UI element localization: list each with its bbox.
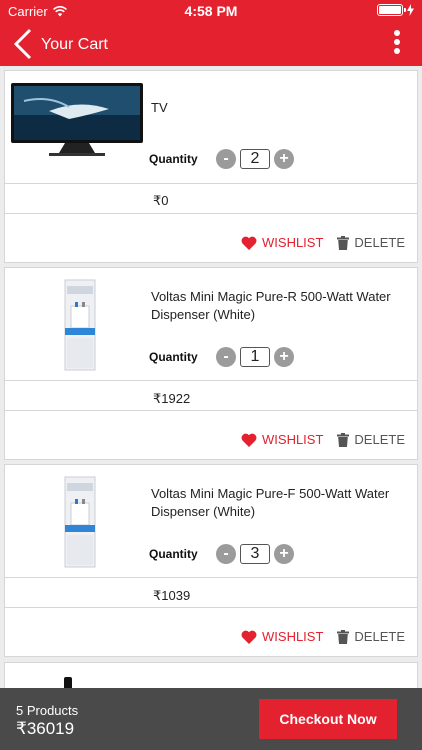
clock: 4:58 PM xyxy=(184,3,238,19)
decrease-quantity-button[interactable]: - xyxy=(216,544,236,564)
item-actions: WISHLIST DELETE xyxy=(241,432,405,447)
checkout-button[interactable]: Checkout Now xyxy=(259,699,397,739)
divider xyxy=(5,213,417,214)
product-price: ₹1922 xyxy=(153,391,191,406)
product-count: 5 Products xyxy=(16,703,79,718)
page-title: Your Cart xyxy=(41,36,108,53)
quantity-value[interactable]: 1 xyxy=(240,347,270,367)
back-arrow-icon[interactable] xyxy=(10,28,38,60)
delete-label: DELETE xyxy=(354,432,405,447)
wishlist-button[interactable]: WISHLIST xyxy=(241,235,323,250)
product-image-water-dispenser xyxy=(64,279,96,371)
trash-icon xyxy=(337,235,350,250)
delete-label: DELETE xyxy=(354,235,405,250)
increase-quantity-button[interactable]: + xyxy=(274,347,294,367)
quantity-label: Quantity xyxy=(149,350,198,364)
divider xyxy=(5,410,417,411)
wishlist-label: WISHLIST xyxy=(262,629,324,644)
cart-list[interactable]: TV Quantity - 2 + ₹0 WISHLIST DELETE Vol… xyxy=(0,66,422,688)
status-bar: Carrier 4:58 PM xyxy=(0,0,422,22)
quantity-value[interactable]: 2 xyxy=(240,149,270,169)
battery-icon xyxy=(377,4,406,16)
wishlist-button[interactable]: WISHLIST xyxy=(241,432,323,447)
nav-bar: Your Cart xyxy=(0,22,422,66)
quantity-label: Quantity xyxy=(149,152,198,166)
wishlist-label: WISHLIST xyxy=(262,235,324,250)
delete-button[interactable]: DELETE xyxy=(337,235,405,250)
trash-icon xyxy=(337,629,350,644)
delete-label: DELETE xyxy=(354,629,405,644)
more-options-icon[interactable] xyxy=(392,30,402,58)
product-name: Voltas Mini Magic Pure-F 500-Watt Water … xyxy=(151,486,390,519)
cart-item: Voltas Mini Magic Pure-R 500-Watt Water … xyxy=(4,267,418,460)
product-image-tv xyxy=(11,83,143,156)
increase-quantity-button[interactable]: + xyxy=(274,149,294,169)
product-name: TV xyxy=(151,100,168,115)
product-image-water-dispenser xyxy=(64,476,96,568)
status-right xyxy=(377,4,414,16)
heart-icon xyxy=(241,433,257,447)
quantity-stepper: - 1 + xyxy=(216,347,294,367)
heart-icon xyxy=(241,630,257,644)
divider xyxy=(5,183,417,184)
charging-icon xyxy=(407,4,414,16)
cart-summary-bar: 5 Products ₹36019 Checkout Now xyxy=(0,688,422,750)
quantity-stepper: - 3 + xyxy=(216,544,294,564)
decrease-quantity-button[interactable]: - xyxy=(216,149,236,169)
cart-item: TV Quantity - 2 + ₹0 WISHLIST DELETE xyxy=(4,70,418,263)
product-image-partial xyxy=(64,677,72,688)
cart-total: ₹36019 xyxy=(16,719,75,738)
delete-button[interactable]: DELETE xyxy=(337,432,405,447)
quantity-value[interactable]: 3 xyxy=(240,544,270,564)
wishlist-button[interactable]: WISHLIST xyxy=(241,629,323,644)
item-actions: WISHLIST DELETE xyxy=(241,629,405,644)
top-bar: Carrier 4:58 PM Your Cart xyxy=(0,0,422,66)
product-price: ₹0 xyxy=(153,193,169,208)
trash-icon xyxy=(337,432,350,447)
divider xyxy=(5,380,417,381)
heart-icon xyxy=(241,236,257,250)
product-name: Voltas Mini Magic Pure-R 500-Watt Water … xyxy=(151,289,391,322)
decrease-quantity-button[interactable]: - xyxy=(216,347,236,367)
wishlist-label: WISHLIST xyxy=(262,432,324,447)
cart-item: Voltas Mini Magic Pure-F 500-Watt Water … xyxy=(4,464,418,657)
quantity-stepper: - 2 + xyxy=(216,149,294,169)
delete-button[interactable]: DELETE xyxy=(337,629,405,644)
item-actions: WISHLIST DELETE xyxy=(241,235,405,250)
cart-item xyxy=(4,662,418,688)
quantity-label: Quantity xyxy=(149,547,198,561)
increase-quantity-button[interactable]: + xyxy=(274,544,294,564)
divider xyxy=(5,577,417,578)
divider xyxy=(5,607,417,608)
product-price: ₹1039 xyxy=(153,588,191,603)
